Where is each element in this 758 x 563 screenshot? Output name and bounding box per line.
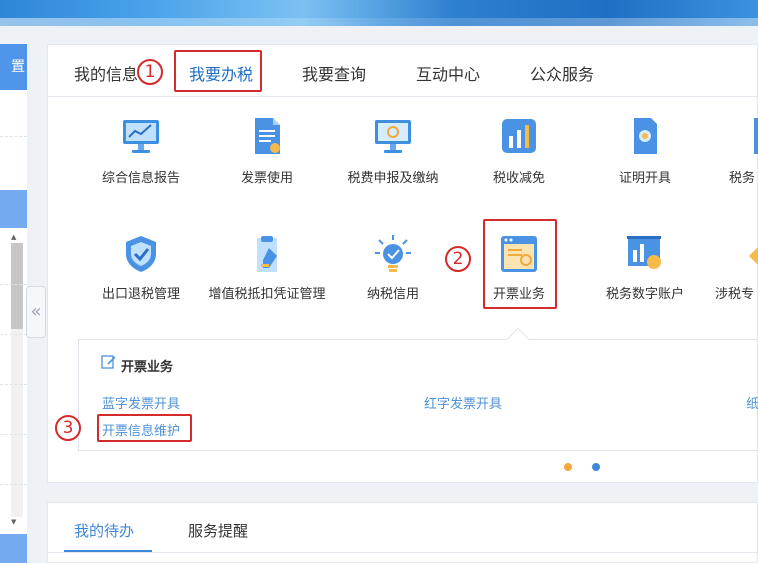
sidebar-divider [0,284,27,285]
tab-public-service[interactable]: 公众服务 [530,61,594,85]
todo-panel: 我的待办 服务提醒 [47,502,758,563]
service-label: 税收减免 [492,171,545,186]
account-chart-icon [627,236,661,269]
sidebar-item-active[interactable] [0,190,27,228]
service-label: 证明开具 [618,171,671,186]
service-comprehensive-report[interactable]: 综合信息报告 [81,116,201,196]
pen-doc-icon [257,236,277,272]
collapse-sidebar-button[interactable]: « [26,286,46,338]
tab-service-reminder[interactable]: 服务提醒 [188,520,248,541]
service-label: 税务数字账户 [605,287,684,302]
sidebar-scrollbar-thumb[interactable] [11,243,23,329]
sidebar-heading[interactable]: 置 [0,44,27,90]
lightbulb-icon [375,235,411,272]
sidebar-divider [0,136,27,137]
tab-query[interactable]: 我要查询 [302,61,366,85]
service-tax-credit[interactable]: 纳税信用 [333,234,453,314]
pagination-dot[interactable] [564,463,572,471]
service-label: 纳税信用 [366,287,419,302]
service-label: 税务 [729,171,756,186]
bar-chart-icon [502,119,536,153]
sidebar-divider [0,434,27,435]
sidebar-item[interactable] [0,534,27,563]
service-export-refund[interactable]: 出口退税管理 [81,234,201,314]
top-banner [0,0,758,26]
edit-icon [101,355,116,369]
service-label: 综合信息报告 [101,171,180,186]
service-label: 涉税专 [715,287,755,302]
shield-check-icon [126,236,156,272]
service-digital-account[interactable]: 税务数字账户 [585,234,705,314]
service-tax-reduction[interactable]: 税收减免 [459,116,579,196]
service-label: 税费申报及缴纳 [347,171,439,186]
tab-interaction[interactable]: 互动中心 [416,61,480,85]
invoice-doc-icon [255,118,280,154]
link-blue-invoice[interactable]: 蓝字发票开具 [102,393,180,412]
service-tax-filing[interactable]: 税费申报及缴纳 [333,116,453,196]
annotation-marker-1: 1 [137,59,163,85]
highlight-box-info-maintenance [97,414,192,442]
left-sidebar: 置 ▲ ▼ [0,44,27,563]
monitor-refresh-icon [375,120,411,153]
sidebar-divider [0,334,27,335]
annotation-marker-2: 2 [445,246,471,272]
service-label: 出口退税管理 [101,287,180,302]
service-label: 发票使用 [240,171,293,186]
tab-my-todo[interactable]: 我的待办 [74,520,134,541]
link-red-invoice[interactable]: 红字发票开具 [424,393,502,412]
annotation-marker-3: 3 [55,415,81,441]
service-tax-special[interactable]: 涉税专 [711,234,758,314]
active-tab-underline [64,550,152,552]
sidebar-divider [0,384,27,385]
monitor-chart-icon [123,120,159,153]
service-certificate[interactable]: 证明开具 [585,116,705,196]
link-paper-invoice[interactable]: 纸 [746,393,758,412]
scroll-down-icon[interactable]: ▼ [11,518,16,526]
sidebar-divider [0,484,27,485]
tab-divider [48,552,758,553]
service-tax-affairs[interactable]: 税务 [711,116,758,196]
highlight-box-invoicing [483,219,557,309]
service-label: 增值税抵扣凭证管理 [208,287,326,302]
pagination-dot-active[interactable] [592,463,600,471]
diamond-icon [749,247,758,265]
scroll-up-icon[interactable]: ▲ [11,233,16,241]
tab-my-info[interactable]: 我的信息 [74,61,138,85]
certificate-icon [634,118,657,154]
service-invoice-use[interactable]: 发票使用 [207,116,327,196]
submenu-title: 开票业务 [121,360,174,375]
service-vat-deduction[interactable]: 增值税抵扣凭证管理 [207,234,327,324]
highlight-box-tab [174,50,262,92]
doc-icon [754,118,758,154]
